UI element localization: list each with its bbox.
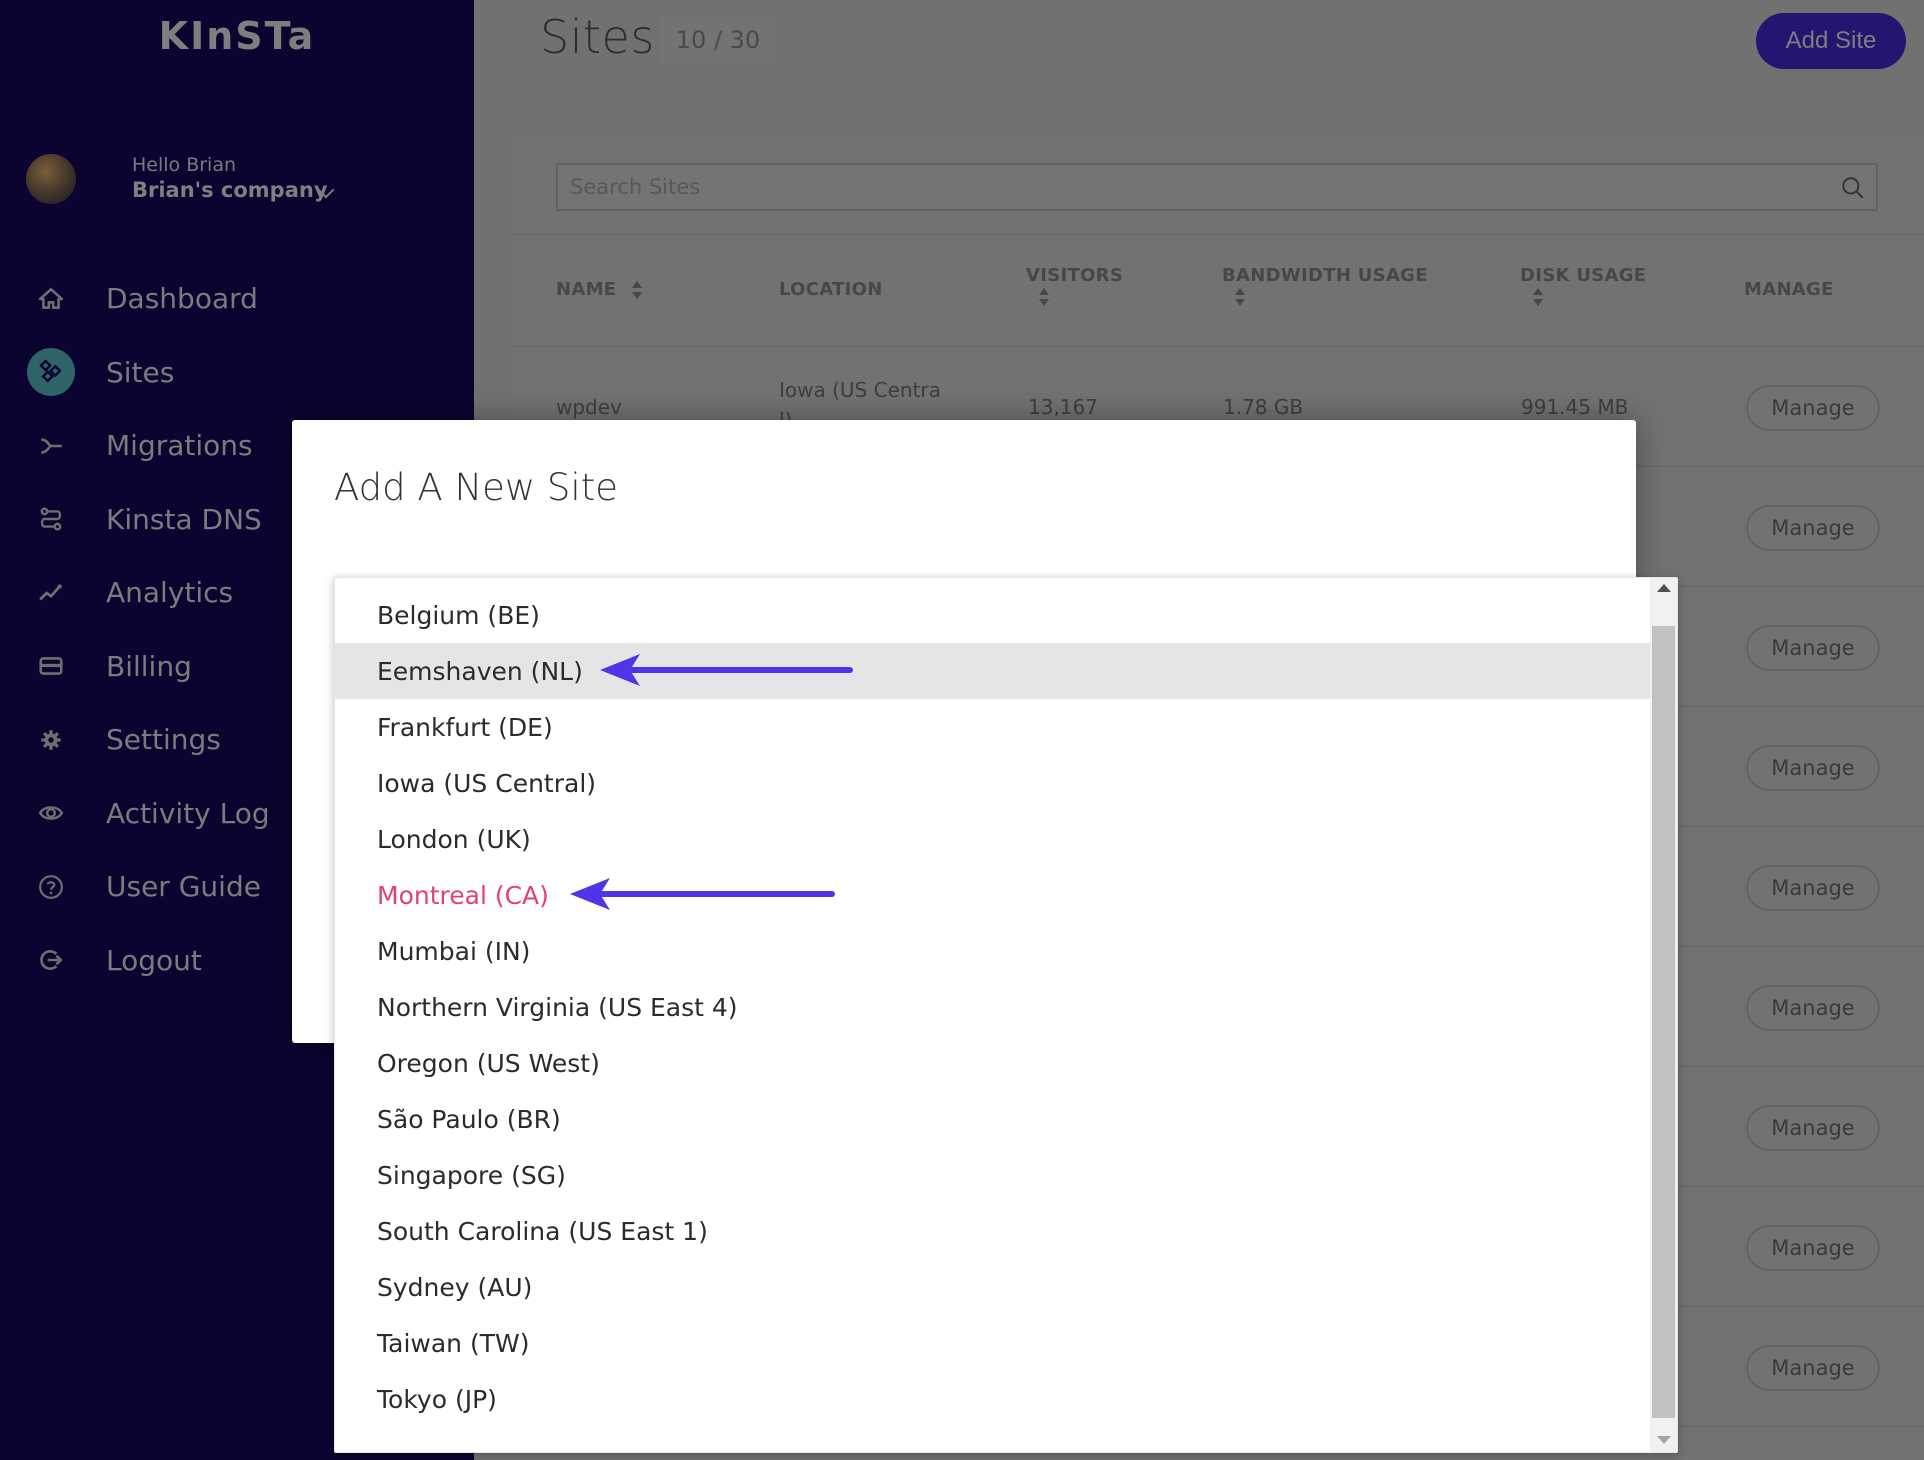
user-greeting: Hello Brian — [132, 154, 237, 176]
sidebar-item-label: Activity Log — [106, 796, 270, 830]
location-option-selected[interactable]: Montreal (CA) — [335, 867, 1650, 923]
manage-button[interactable]: Manage — [1746, 985, 1880, 1031]
location-option[interactable]: Frankfurt (DE) — [335, 699, 1650, 755]
location-option-highlighted[interactable]: Eemshaven (NL) — [335, 643, 1650, 699]
sort-icon[interactable] — [631, 279, 643, 301]
column-header-bandwidth[interactable]: BANDWIDTH USAGE — [1222, 265, 1428, 308]
location-option[interactable]: Mumbai (IN) — [335, 923, 1650, 979]
annotation-arrow-icon — [600, 654, 853, 686]
sort-icon[interactable] — [1038, 286, 1050, 308]
site-count-badge: 10 / 30 — [660, 16, 776, 64]
question-circle-icon — [27, 863, 75, 911]
manage-button[interactable]: Manage — [1746, 1105, 1880, 1151]
page-title: Sites — [540, 10, 655, 64]
column-header-visitors[interactable]: VISITORS — [1026, 265, 1123, 308]
sidebar-item-label: Analytics — [106, 576, 234, 610]
search-icon[interactable] — [1840, 175, 1866, 201]
column-header-disk[interactable]: DISK USAGE — [1520, 265, 1646, 308]
annotation-arrow-icon — [570, 878, 835, 910]
manage-button[interactable]: Manage — [1746, 505, 1880, 551]
site-name[interactable]: wpdev — [556, 395, 622, 419]
location-option[interactable]: Northern Virginia (US East 4) — [335, 979, 1650, 1035]
modal-title: Add A New Site — [334, 466, 618, 509]
column-header-name[interactable]: NAME — [556, 279, 643, 301]
sidebar-item-label: Migrations — [106, 429, 253, 463]
company-name: Brian's company — [132, 178, 328, 202]
sidebar-item-label: User Guide — [106, 870, 261, 904]
manage-button[interactable]: Manage — [1746, 865, 1880, 911]
dropdown-scrollbar[interactable] — [1650, 578, 1677, 1452]
sort-icon[interactable] — [1234, 286, 1246, 308]
site-visitors: 13,167 — [1028, 395, 1098, 419]
location-dropdown-list[interactable]: Belgium (BE) Eemshaven (NL) Frankfurt (D… — [334, 577, 1678, 1453]
location-option[interactable]: Belgium (BE) — [335, 587, 1650, 643]
manage-button[interactable]: Manage — [1746, 625, 1880, 671]
sidebar-item-dashboard[interactable]: Dashboard — [0, 262, 474, 336]
site-disk-usage: 991.45 MB — [1521, 395, 1629, 419]
scrollbar-thumb[interactable] — [1652, 626, 1675, 1418]
site-bandwidth: 1.78 GB — [1223, 395, 1304, 419]
location-option[interactable]: London (UK) — [335, 811, 1650, 867]
sidebar-item-label: Kinsta DNS — [106, 502, 262, 536]
billing-card-icon — [27, 642, 75, 690]
location-option[interactable]: Taiwan (TW) — [335, 1315, 1650, 1371]
avatar — [26, 154, 76, 204]
sidebar-item-sites[interactable]: Sites — [0, 336, 474, 410]
location-option[interactable]: Singapore (SG) — [335, 1147, 1650, 1203]
table-header: NAME LOCATION VISITORS BANDWIDTH USAGE D… — [514, 233, 1924, 347]
location-option[interactable]: Iowa (US Central) — [335, 755, 1650, 811]
manage-button[interactable]: Manage — [1746, 385, 1880, 431]
sidebar-item-label: Dashboard — [106, 282, 258, 316]
migrations-icon — [27, 422, 75, 470]
logout-icon — [27, 936, 75, 984]
analytics-icon — [27, 569, 75, 617]
scroll-down-arrow-icon[interactable] — [1657, 1436, 1671, 1444]
kinsta-logo[interactable]: KInSTa — [0, 14, 474, 58]
location-option[interactable]: Oregon (US West) — [335, 1035, 1650, 1091]
manage-button[interactable]: Manage — [1746, 745, 1880, 791]
user-account-switcher[interactable]: Hello Brian Brian's company — [26, 154, 335, 204]
home-icon — [27, 275, 75, 323]
search-input[interactable] — [570, 165, 1757, 209]
manage-button[interactable]: Manage — [1746, 1225, 1880, 1271]
gear-icon — [27, 716, 75, 764]
scroll-up-arrow-icon[interactable] — [1657, 584, 1671, 592]
sidebar-item-label: Sites — [106, 355, 175, 389]
sort-icon[interactable] — [1532, 286, 1544, 308]
column-header-manage: MANAGE — [1744, 279, 1834, 300]
location-option[interactable]: Sydney (AU) — [335, 1259, 1650, 1315]
sidebar-item-label: Logout — [106, 943, 202, 977]
sites-icon — [27, 348, 75, 397]
column-header-location: LOCATION — [779, 279, 883, 300]
location-option[interactable]: São Paulo (BR) — [335, 1091, 1650, 1147]
location-option[interactable]: South Carolina (US East 1) — [335, 1203, 1650, 1259]
add-site-button[interactable]: Add Site — [1756, 13, 1906, 69]
eye-icon — [27, 789, 75, 837]
location-options: Belgium (BE) Eemshaven (NL) Frankfurt (D… — [335, 587, 1650, 1427]
location-option[interactable]: Tokyo (JP) — [335, 1371, 1650, 1427]
manage-button[interactable]: Manage — [1746, 1345, 1880, 1391]
sidebar-item-label: Billing — [106, 649, 192, 683]
search-bar — [556, 163, 1878, 211]
dns-icon — [27, 495, 75, 543]
sidebar-item-label: Settings — [106, 723, 221, 757]
